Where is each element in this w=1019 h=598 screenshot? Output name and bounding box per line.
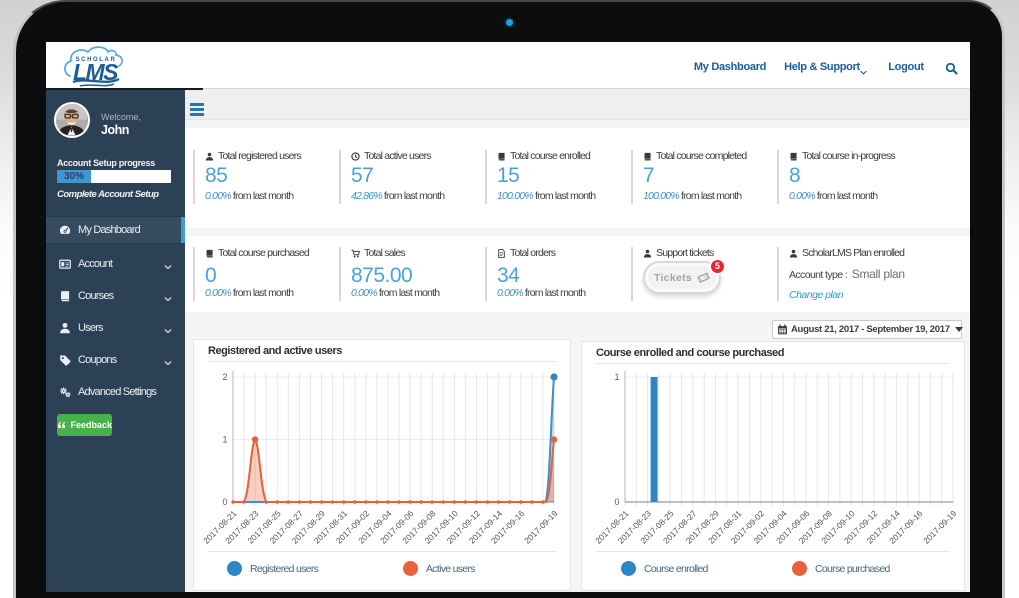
svg-text:2: 2 xyxy=(222,372,227,382)
svg-text:2017-09-19: 2017-09-19 xyxy=(921,508,959,546)
svg-text:0: 0 xyxy=(614,497,619,507)
svg-text:1: 1 xyxy=(614,372,619,382)
svg-text:0: 0 xyxy=(222,497,227,507)
svg-text:1: 1 xyxy=(222,435,227,445)
svg-text:2017-09-19: 2017-09-19 xyxy=(522,508,560,546)
